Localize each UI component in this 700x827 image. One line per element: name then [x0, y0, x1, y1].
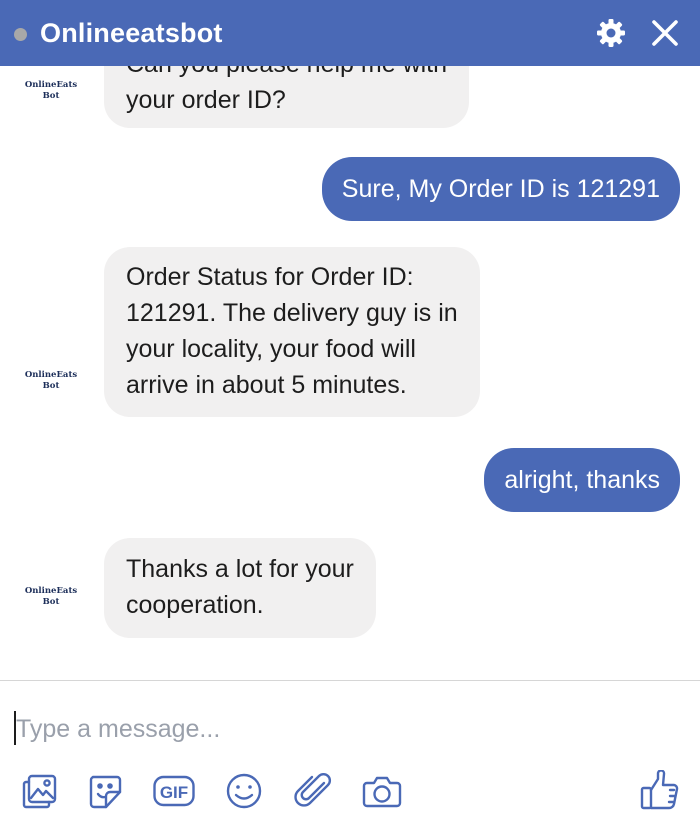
message-list[interactable]: OnlineEats Bot Can you please help me wi… [0, 66, 700, 680]
gif-label: GIF [160, 783, 188, 802]
emoji-icon [226, 773, 262, 809]
attach-button[interactable] [292, 769, 336, 813]
photo-button[interactable] [18, 769, 62, 813]
close-icon [652, 20, 678, 46]
bot-message: Thanks a lot for your cooperation. [104, 538, 376, 638]
user-message: alright, thanks [484, 448, 680, 512]
camera-button[interactable] [360, 769, 404, 813]
settings-button[interactable] [592, 14, 630, 52]
message-composer: GIF [0, 680, 700, 827]
gear-icon [597, 19, 625, 47]
photo-icon [22, 774, 57, 809]
avatar-text-line1: OnlineEats [24, 370, 78, 380]
composer-toolbar: GIF [0, 769, 700, 813]
chat-window: Onlineeatsbot OnlineEats Bot your order … [0, 0, 700, 827]
like-button[interactable] [638, 769, 682, 813]
bot-avatar: OnlineEats Bot [20, 586, 82, 608]
sticker-button[interactable] [83, 769, 127, 813]
bot-message: Order Status for Order ID: 121291. The d… [104, 247, 480, 417]
avatar-text-line1: OnlineEats [24, 586, 78, 596]
chat-header: Onlineeatsbot [0, 0, 700, 66]
bot-avatar: OnlineEats Bot [20, 370, 82, 392]
emoji-button[interactable] [222, 769, 266, 813]
avatar-text-line2: Bot [42, 381, 60, 391]
sticker-icon [89, 775, 122, 809]
thumbs-up-icon [640, 770, 679, 810]
close-button[interactable] [646, 14, 684, 52]
gif-icon: GIF [153, 775, 195, 807]
avatar-text-line2: Bot [42, 597, 60, 607]
camera-icon [362, 776, 402, 808]
gif-button[interactable]: GIF [152, 769, 196, 813]
bot-message: Can you please help me with your order I… [104, 66, 470, 128]
chat-title[interactable]: Onlineeatsbot [40, 0, 223, 66]
paperclip-icon [294, 773, 331, 807]
avatar-text-line1: OnlineEats [24, 80, 78, 90]
online-status-dot [14, 28, 27, 41]
message-input[interactable] [16, 709, 616, 749]
bot-avatar: OnlineEats Bot [20, 80, 82, 102]
user-message: Sure, My Order ID is 121291 [321, 157, 680, 221]
avatar-text-line2: Bot [42, 91, 60, 101]
